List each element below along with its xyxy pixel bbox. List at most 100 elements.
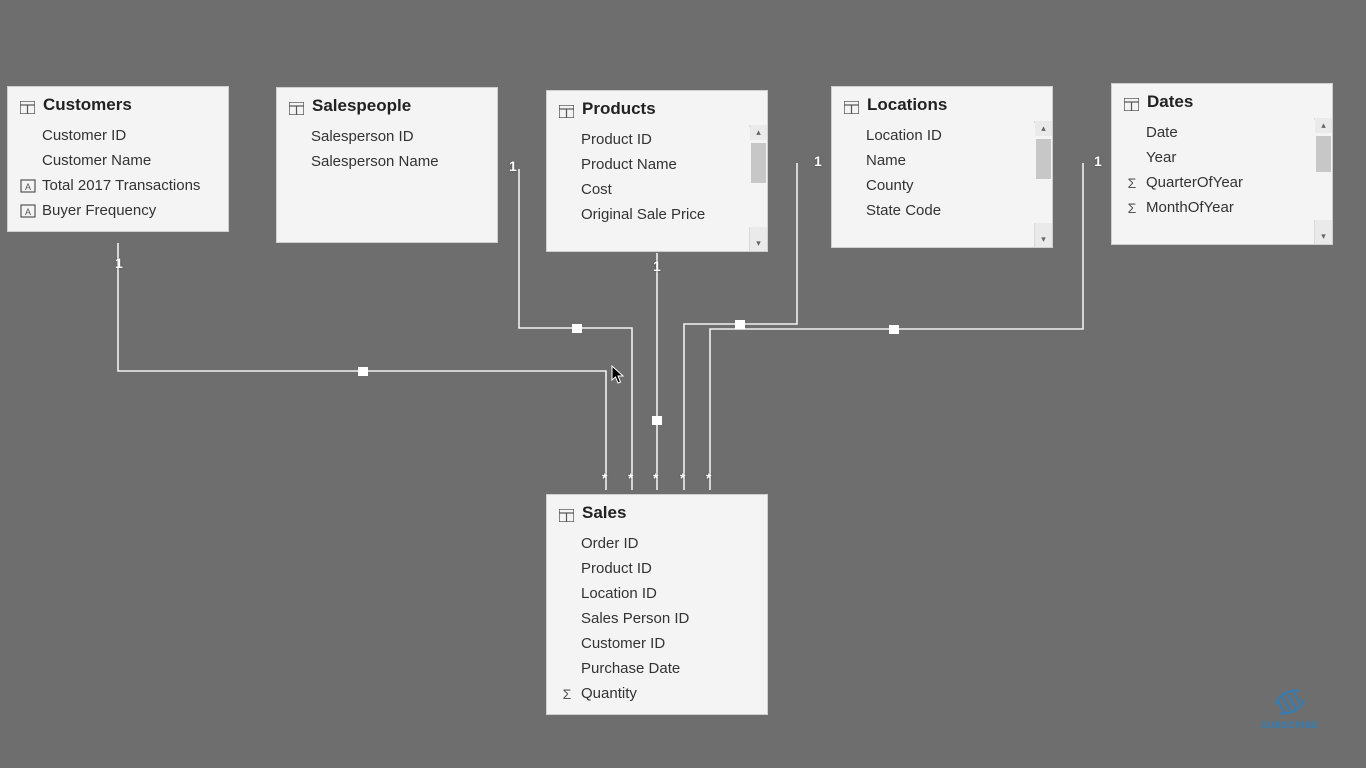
field-row[interactable]: Σ MonthOfYear [1112, 195, 1332, 220]
table-icon [844, 99, 859, 112]
field-label: Order ID [581, 535, 639, 552]
field-label: Salesperson ID [311, 128, 414, 145]
subscribe-label: SUBSCRIBE [1261, 720, 1319, 730]
table-icon [289, 100, 304, 113]
scroll-down-arrow[interactable]: ▾ [1315, 229, 1332, 244]
dna-icon [1270, 687, 1310, 717]
field-row[interactable]: Σ Quantity [547, 681, 767, 706]
field-row[interactable]: Original Sale Price [547, 202, 767, 227]
mouse-cursor [611, 365, 625, 385]
subscribe-badge[interactable]: SUBSCRIBE [1258, 687, 1322, 730]
field-row[interactable]: Cost [547, 177, 767, 202]
table-products[interactable]: Products ▴ ▾ Product ID Product Name Cos… [546, 90, 768, 252]
field-label: QuarterOfYear [1146, 174, 1243, 191]
field-row[interactable]: A Total 2017 Transactions [8, 173, 228, 198]
cardinality-many: * [653, 470, 658, 486]
table-header[interactable]: Products [547, 91, 767, 125]
scroll-thumb[interactable] [1316, 136, 1331, 172]
field-row[interactable]: Sales Person ID [547, 606, 767, 631]
table-title: Dates [1147, 92, 1193, 112]
sigma-icon: Σ [1124, 175, 1140, 191]
text-measure-icon: A [20, 203, 36, 219]
field-row[interactable]: Customer Name [8, 148, 228, 173]
field-row[interactable]: Salesperson Name [277, 149, 497, 174]
cardinality-one: 1 [814, 153, 822, 169]
cardinality-many: * [602, 470, 607, 486]
table-title: Locations [867, 95, 947, 115]
table-locations[interactable]: Locations ▴ ▾ Location ID Name County St… [831, 86, 1053, 248]
field-label: Salesperson Name [311, 153, 439, 170]
flow-marker [889, 325, 899, 334]
field-row[interactable]: Salesperson ID [277, 124, 497, 149]
scroll-up-arrow[interactable]: ▴ [1315, 118, 1332, 133]
field-label: Sales Person ID [581, 610, 689, 627]
flow-marker [735, 320, 745, 329]
field-label: Product ID [581, 131, 652, 148]
flow-marker [652, 416, 662, 425]
field-row[interactable]: State Code [832, 198, 1052, 223]
table-header[interactable]: Sales [547, 495, 767, 529]
field-label: Location ID [581, 585, 657, 602]
field-list[interactable]: ▴ ▾ Date Year Σ QuarterOfYear Σ MonthOfY… [1112, 118, 1332, 244]
table-icon [559, 507, 574, 520]
table-header[interactable]: Locations [832, 87, 1052, 121]
field-list[interactable]: ▴ ▾ Location ID Name County State Code [832, 121, 1052, 247]
table-header[interactable]: Salespeople [277, 88, 497, 122]
svg-text:Σ: Σ [1128, 200, 1137, 216]
table-header[interactable]: Customers [8, 87, 228, 121]
field-row[interactable]: Customer ID [547, 631, 767, 656]
field-row[interactable]: Name [832, 148, 1052, 173]
field-list: Salesperson ID Salesperson Name [277, 122, 497, 242]
field-label: Original Sale Price [581, 206, 705, 223]
cardinality-one: 1 [509, 158, 517, 174]
field-label: Customer ID [42, 127, 126, 144]
table-header[interactable]: Dates [1112, 84, 1332, 118]
cardinality-many: * [628, 470, 633, 486]
cardinality-one: 1 [653, 258, 661, 274]
scroll-down-arrow[interactable]: ▾ [750, 236, 767, 251]
field-row[interactable]: County [832, 173, 1052, 198]
table-title: Sales [582, 503, 626, 523]
table-title: Salespeople [312, 96, 411, 116]
field-label: Buyer Frequency [42, 202, 156, 219]
table-customers[interactable]: Customers Customer ID Customer Name A To… [7, 86, 229, 232]
scroll-up-arrow[interactable]: ▴ [1035, 121, 1052, 136]
field-row[interactable]: Customer ID [8, 123, 228, 148]
field-row[interactable]: Location ID [547, 581, 767, 606]
field-row[interactable]: Product ID [547, 556, 767, 581]
table-icon [20, 99, 35, 112]
scroll-up-arrow[interactable]: ▴ [750, 125, 767, 140]
field-row[interactable]: Date [1112, 120, 1332, 145]
scroll-thumb[interactable] [751, 143, 766, 183]
field-row[interactable]: Order ID [547, 531, 767, 556]
field-label: Total 2017 Transactions [42, 177, 200, 194]
cardinality-one: 1 [115, 255, 123, 271]
field-label: County [866, 177, 914, 194]
field-row[interactable]: Location ID [832, 123, 1052, 148]
field-list: Order ID Product ID Location ID Sales Pe… [547, 529, 767, 714]
table-salespeople[interactable]: Salespeople Salesperson ID Salesperson N… [276, 87, 498, 243]
field-row[interactable]: A Buyer Frequency [8, 198, 228, 223]
flow-marker [358, 367, 368, 376]
scroll-thumb[interactable] [1036, 139, 1051, 179]
field-row[interactable]: Purchase Date [547, 656, 767, 681]
field-row[interactable]: Product ID [547, 127, 767, 152]
field-label: MonthOfYear [1146, 199, 1234, 216]
model-canvas[interactable]: 1 1 1 1 1 * * * * * Customers Customer I… [0, 0, 1366, 768]
field-row[interactable]: Year [1112, 145, 1332, 170]
field-label: Quantity [581, 685, 637, 702]
table-sales[interactable]: Sales Order ID Product ID Location ID Sa… [546, 494, 768, 715]
table-title: Products [582, 99, 656, 119]
field-list: Customer ID Customer Name A Total 2017 T… [8, 121, 228, 231]
cardinality-many: * [706, 470, 711, 486]
scroll-down-arrow[interactable]: ▾ [1035, 232, 1052, 247]
field-label: Purchase Date [581, 660, 680, 677]
field-label: Customer Name [42, 152, 151, 169]
field-label: Product Name [581, 156, 677, 173]
text-measure-icon: A [20, 178, 36, 194]
field-list[interactable]: ▴ ▾ Product ID Product Name Cost Origina… [547, 125, 767, 251]
field-label: Product ID [581, 560, 652, 577]
table-dates[interactable]: Dates ▴ ▾ Date Year Σ QuarterOfYear Σ Mo… [1111, 83, 1333, 245]
field-row[interactable]: Product Name [547, 152, 767, 177]
field-row[interactable]: Σ QuarterOfYear [1112, 170, 1332, 195]
